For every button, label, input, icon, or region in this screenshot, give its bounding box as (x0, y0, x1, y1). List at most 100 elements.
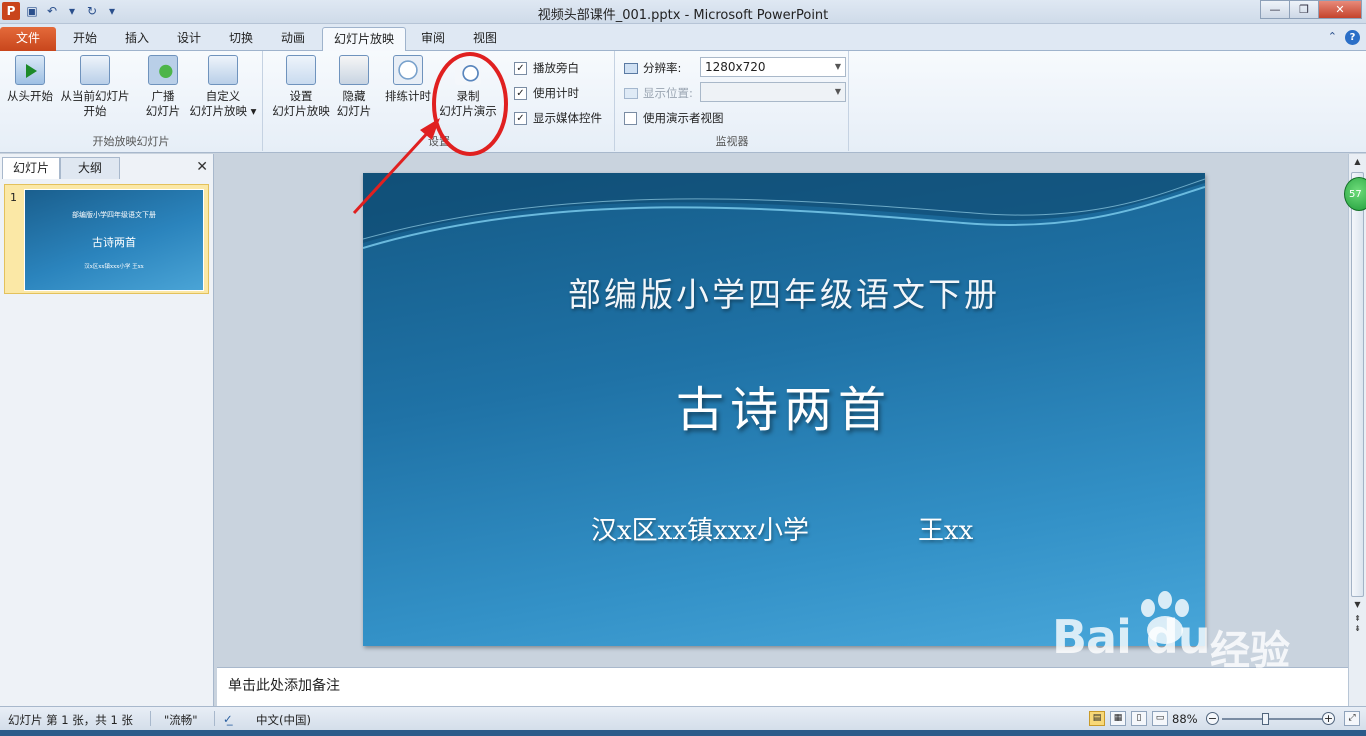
status-divider (214, 711, 215, 726)
resolution-dropdown[interactable]: 1280x720 ▼ (700, 57, 846, 77)
minimize-ribbon-icon[interactable]: ⌃ (1328, 30, 1337, 45)
slide-title[interactable]: 古诗两首 (363, 370, 1205, 440)
baidu-watermark: Bai du 经验 jingyan.baidu.com (1040, 590, 1366, 730)
play-narrations-checkbox[interactable]: ✓ 播放旁白 (514, 60, 579, 76)
broadcast-slideshow-button[interactable]: 广播 幻灯片 (140, 55, 186, 119)
tab-outline[interactable]: 大纲 (60, 157, 120, 179)
check-icon: ✓ (514, 61, 527, 75)
setup-slideshow-button[interactable]: 设置 幻灯片放映 (268, 55, 334, 119)
rehearse-clock-icon (393, 55, 423, 85)
broadcast-label-1: 广播 (151, 89, 175, 103)
group-label-monitors: 监视器 (715, 135, 749, 148)
check-icon: ✓ (514, 111, 527, 125)
hide-label-2: 幻灯片 (336, 104, 372, 118)
setup-label-1: 设置 (289, 89, 313, 103)
custom-label-1: 自定义 (205, 89, 241, 103)
pane-tabs: 幻灯片 大纲 ✕ (0, 157, 214, 179)
record-label-2: 幻灯片演示 (439, 104, 497, 118)
chevron-down-icon: ▼ (834, 62, 841, 71)
setup-checkboxes: ✓ 播放旁白 ✓ 使用计时 ✓ 显示媒体控件 (514, 60, 614, 135)
slide-thumbnail[interactable]: 部编版小学四年级语文下册 古诗两首 汉x区xx镇xxx小学 王xx (24, 189, 204, 291)
minimize-button[interactable]: — (1260, 0, 1290, 19)
rehearse-timings-button[interactable]: 排练计时 (382, 55, 434, 104)
broadcast-globe-icon (148, 55, 178, 85)
ribbon-tab-row: 文件 开始 插入 设计 切换 动画 幻灯片放映 审阅 视图 ⌃ ? (0, 24, 1366, 52)
scroll-up-icon[interactable]: ▲ (1349, 154, 1366, 170)
check-icon: ✓ (514, 86, 527, 100)
watermark-brand-cn: 经验 (1210, 628, 1290, 674)
slide-wave-decoration (363, 173, 1205, 249)
group-setup: 设置 幻灯片放映 隐藏 幻灯片 排练计时 录制 幻灯片演示 ✓ 播放旁白 ✓ 使… (264, 51, 615, 151)
slide-subtitle[interactable]: 部编版小学四年级语文下册 (363, 268, 1205, 316)
play-narrations-label: 播放旁白 (533, 61, 579, 75)
hide-label-1: 隐藏 (342, 89, 366, 103)
window-title: 视频头部课件_001.pptx - Microsoft PowerPoint (537, 8, 829, 23)
slide-count-status: 幻灯片 第 1 张，共 1 张 (8, 713, 133, 727)
help-icon[interactable]: ? (1345, 30, 1360, 45)
from-beginning-button[interactable]: 从头开始 (4, 55, 56, 104)
language-status[interactable]: 中文(中国) (256, 712, 311, 728)
watermark-url: jingyan.baidu.com (1048, 676, 1252, 701)
watermark-brand: Bai du (1052, 610, 1211, 664)
setup-label-2: 幻灯片放映 (272, 104, 330, 118)
hide-slide-icon (339, 55, 369, 85)
checkbox-empty-icon (624, 111, 637, 125)
tab-insert[interactable]: 插入 (114, 27, 160, 51)
monitor-icon (624, 87, 638, 99)
slide-author[interactable]: 汉x区xx镇xxx小学 (591, 510, 809, 547)
tab-home[interactable]: 开始 (62, 27, 108, 51)
slide-author-name[interactable]: 王xx (918, 510, 973, 547)
record-label-1: 录制 (456, 89, 480, 103)
play-from-start-icon (15, 55, 45, 85)
monitor-icon (624, 62, 638, 74)
slide-canvas[interactable]: 部编版小学四年级语文下册 古诗两首 汉x区xx镇xxx小学 王xx (363, 173, 1205, 646)
from-current-slide-button[interactable]: 从当前幻灯片 开始 (58, 55, 132, 119)
slide-number: 1 (10, 191, 17, 204)
slide-editor: 部编版小学四年级语文下册 古诗两首 汉x区xx镇xxx小学 王xx (217, 154, 1348, 664)
floating-badge[interactable]: 57 (1344, 177, 1366, 211)
presentation-board-icon (80, 55, 110, 85)
custom-show-icon (208, 55, 238, 85)
slide-thumbnail-selected[interactable]: 1 部编版小学四年级语文下册 古诗两首 汉x区xx镇xxx小学 王xx (4, 184, 209, 294)
status-divider (150, 711, 151, 726)
broadcast-label-2: 幻灯片 (145, 104, 181, 118)
ribbon: 从头开始 从当前幻灯片 开始 广播 幻灯片 自定义 幻灯片放映 ▾ 开始放映幻灯… (0, 51, 1366, 153)
slides-pane: 幻灯片 大纲 ✕ 1 部编版小学四年级语文下册 古诗两首 汉x区xx镇xxx小学… (0, 154, 214, 706)
tab-file[interactable]: 文件 (0, 27, 56, 51)
rehearse-label: 排练计时 (385, 89, 431, 103)
record-slideshow-button[interactable]: 录制 幻灯片演示 (436, 59, 500, 119)
resolution-value: 1280x720 (705, 60, 766, 74)
setup-show-icon (286, 55, 316, 85)
tab-slide-show[interactable]: 幻灯片放映 (322, 27, 406, 52)
thumb-author: 汉x区xx镇xxx小学 王xx (84, 264, 144, 270)
thumb-title: 古诗两首 (92, 236, 136, 249)
presenter-view-checkbox[interactable]: 使用演示者视图 (624, 110, 724, 126)
custom-slideshow-button[interactable]: 自定义 幻灯片放映 ▾ (186, 55, 260, 119)
windows-taskbar (0, 730, 1366, 736)
tab-design[interactable]: 设计 (166, 27, 212, 51)
show-on-row: 显示位置: (624, 85, 693, 101)
spellcheck-icon[interactable]: ✓̲ (223, 712, 233, 726)
group-start-slideshow: 从头开始 从当前幻灯片 开始 广播 幻灯片 自定义 幻灯片放映 ▾ 开始放映幻灯… (0, 51, 263, 151)
show-on-label: 显示位置: (643, 86, 693, 100)
use-timings-checkbox[interactable]: ✓ 使用计时 (514, 85, 579, 101)
scroll-thumb[interactable] (1351, 172, 1364, 597)
thumb-subtitle: 部编版小学四年级语文下册 (72, 211, 156, 219)
resolution-row: 分辨率: (624, 60, 681, 76)
tab-review[interactable]: 审阅 (410, 27, 456, 51)
maximize-button[interactable]: ❐ (1289, 0, 1319, 19)
group-monitors: 分辨率: 1280x720 ▼ 显示位置: ▼ 使用演示者视图 监视器 (616, 51, 849, 151)
theme-name-status: "流畅" (164, 713, 198, 727)
chevron-down-icon: ▼ (834, 87, 841, 96)
title-bar: P ▣ ↶ ▾ ↻ ▾ 视频头部课件_001.pptx - Microsoft … (0, 0, 1366, 24)
tab-slides[interactable]: 幻灯片 (2, 157, 60, 179)
tab-animations[interactable]: 动画 (270, 27, 316, 51)
tab-view[interactable]: 视图 (462, 27, 508, 51)
show-media-controls-checkbox[interactable]: ✓ 显示媒体控件 (514, 110, 602, 126)
close-pane-icon[interactable]: ✕ (196, 159, 208, 175)
close-button[interactable]: ✕ (1318, 0, 1362, 19)
ribbon-tab-controls: ⌃ ? (1328, 30, 1360, 45)
hide-slide-button[interactable]: 隐藏 幻灯片 (336, 55, 372, 119)
tab-transitions[interactable]: 切换 (218, 27, 264, 51)
notes-placeholder: 单击此处添加备注 (228, 678, 340, 694)
